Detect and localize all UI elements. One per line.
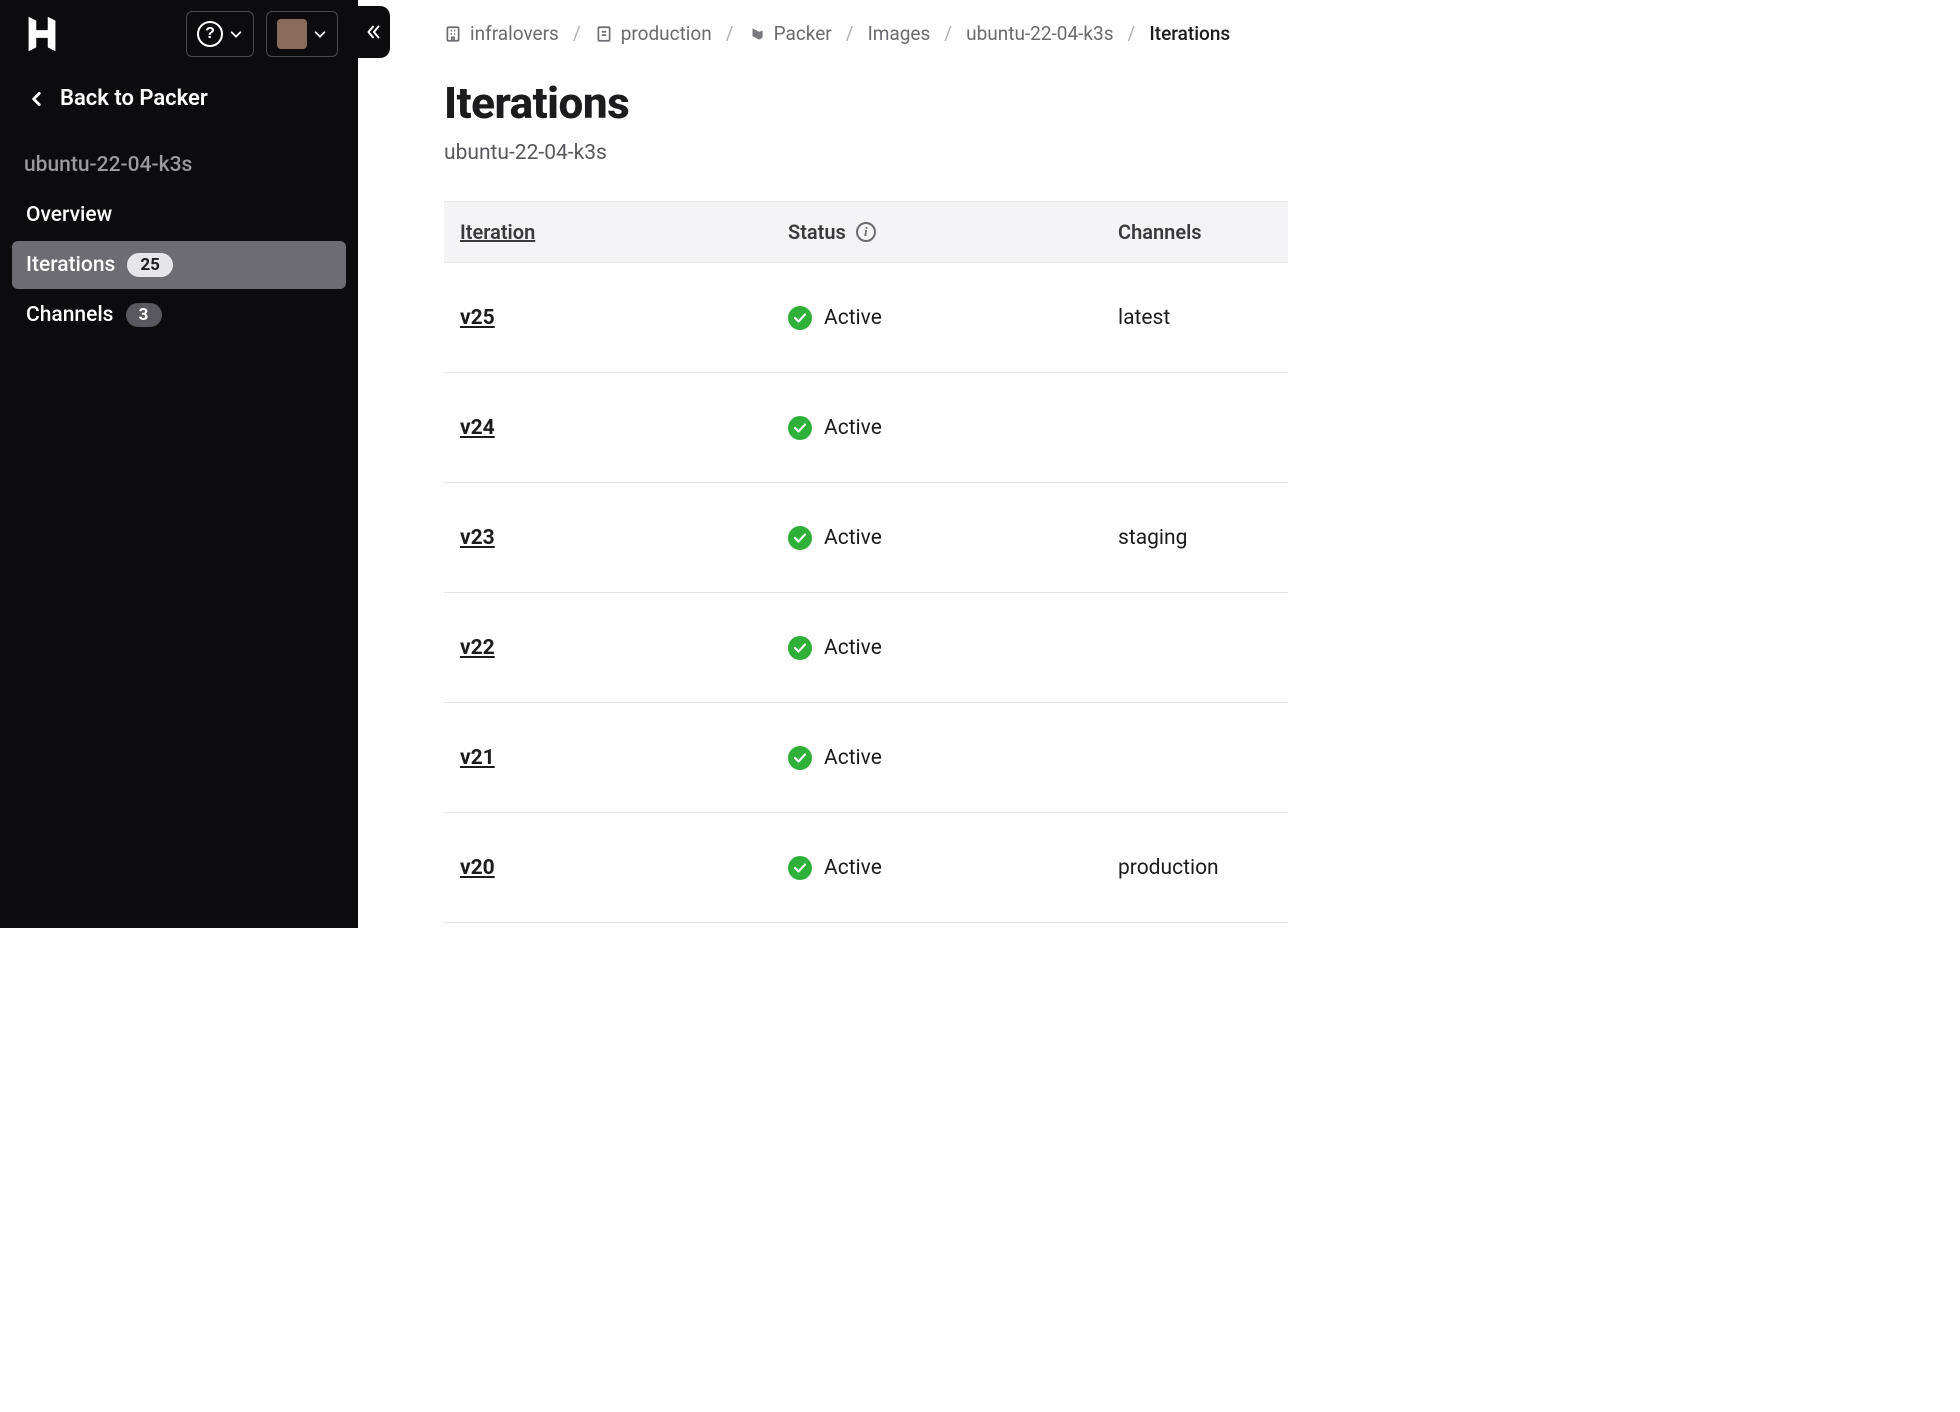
cell-status: Active (772, 728, 1102, 788)
breadcrumb-label: Packer (774, 22, 832, 45)
table-header-row: Iteration Status i Channels (444, 202, 1288, 263)
page-title: Iterations (444, 77, 1288, 129)
status-label: Active (824, 746, 882, 770)
back-to-packer-link[interactable]: Back to Packer (0, 68, 358, 135)
help-menu-button[interactable]: ? (186, 11, 254, 57)
main-content: infralovers / production / Packer / Imag… (358, 0, 1288, 928)
table-row: v23 Active staging (444, 483, 1288, 593)
cell-status: Active (772, 398, 1102, 458)
user-menu-button[interactable] (266, 11, 338, 57)
info-icon[interactable]: i (856, 222, 876, 242)
iteration-link[interactable]: v22 (460, 636, 495, 660)
cell-iteration: v20 (444, 838, 772, 898)
status-label: Active (824, 306, 882, 330)
table-row: v25 Active latest (444, 263, 1288, 373)
breadcrumb-separator: / (1128, 22, 1136, 45)
sidebar-item-label: Overview (26, 203, 112, 227)
sidebar-item-label: Iterations (26, 253, 115, 277)
help-icon: ? (197, 21, 223, 47)
status-label: Active (824, 416, 882, 440)
breadcrumb-label: Iterations (1149, 22, 1230, 45)
breadcrumb-label: production (621, 22, 712, 45)
breadcrumb-label: Images (868, 22, 931, 45)
chevron-left-icon (28, 90, 46, 108)
status-label: Active (824, 526, 882, 550)
breadcrumb-project[interactable]: production (595, 22, 712, 45)
status-active-icon (788, 636, 812, 660)
breadcrumb: infralovers / production / Packer / Imag… (444, 22, 1288, 45)
sidebar-item-label: Channels (26, 303, 114, 327)
sidebar-item-iterations[interactable]: Iterations 25 (12, 241, 346, 289)
cell-channels: latest (1102, 288, 1288, 348)
breadcrumb-image-name[interactable]: ubuntu-22-04-k3s (966, 22, 1113, 45)
hashicorp-logo-icon[interactable] (18, 10, 66, 58)
sidebar-item-channels[interactable]: Channels 3 (12, 291, 346, 339)
cell-status: Active (772, 618, 1102, 678)
page-subtitle: ubuntu-22-04-k3s (444, 141, 1288, 165)
table-body: v25 Active latest v24 Active v23 Act (444, 263, 1288, 923)
chevron-down-icon (229, 27, 243, 41)
chevron-down-icon (313, 27, 327, 41)
breadcrumb-images[interactable]: Images (868, 22, 931, 45)
breadcrumb-separator: / (726, 22, 734, 45)
cell-iteration: v24 (444, 398, 772, 458)
hashicorp-logo-svg (19, 11, 65, 57)
project-icon (595, 25, 613, 43)
table-row: v20 Active production (444, 813, 1288, 923)
status-active-icon (788, 856, 812, 880)
status-active-icon (788, 306, 812, 330)
iteration-link[interactable]: v25 (460, 306, 495, 330)
cell-channels: staging (1102, 508, 1288, 568)
table-row: v21 Active (444, 703, 1288, 813)
sidebar-header: ? (0, 0, 358, 68)
org-icon (444, 25, 462, 43)
column-header-channels: Channels (1102, 202, 1288, 262)
avatar (277, 19, 307, 49)
status-active-icon (788, 416, 812, 440)
cell-status: Active (772, 288, 1102, 348)
status-label: Active (824, 856, 882, 880)
chevron-double-left-icon (364, 23, 382, 41)
back-label: Back to Packer (60, 86, 208, 111)
sidebar-item-overview[interactable]: Overview (12, 191, 346, 239)
table-row: v24 Active (444, 373, 1288, 483)
packer-icon (748, 25, 766, 43)
cell-channels (1102, 410, 1288, 446)
iterations-table: Iteration Status i Channels v25 Active l… (444, 201, 1288, 923)
cell-iteration: v21 (444, 728, 772, 788)
cell-iteration: v23 (444, 508, 772, 568)
iteration-link[interactable]: v24 (460, 416, 495, 440)
iteration-link[interactable]: v21 (460, 746, 495, 770)
breadcrumb-packer[interactable]: Packer (748, 22, 832, 45)
column-header-status: Status i (772, 202, 1102, 262)
breadcrumb-label: infralovers (470, 22, 559, 45)
breadcrumb-current: Iterations (1149, 22, 1230, 45)
status-active-icon (788, 526, 812, 550)
cell-iteration: v25 (444, 288, 772, 348)
iterations-count-badge: 25 (127, 253, 173, 277)
cell-status: Active (772, 838, 1102, 898)
collapse-sidebar-button[interactable] (356, 6, 390, 58)
status-active-icon (788, 746, 812, 770)
channels-count-badge: 3 (126, 303, 162, 327)
sidebar: ? Back to Packer ubuntu-22-04-k3s Overvi… (0, 0, 358, 928)
cell-channels (1102, 630, 1288, 666)
iteration-link[interactable]: v20 (460, 856, 495, 880)
column-header-iteration[interactable]: Iteration (444, 202, 772, 262)
breadcrumb-label: ubuntu-22-04-k3s (966, 22, 1113, 45)
sidebar-section-title: ubuntu-22-04-k3s (0, 135, 358, 187)
iteration-link[interactable]: v23 (460, 526, 495, 550)
sidebar-nav: Overview Iterations 25 Channels 3 (0, 187, 358, 345)
cell-iteration: v22 (444, 618, 772, 678)
breadcrumb-separator: / (944, 22, 952, 45)
table-row: v22 Active (444, 593, 1288, 703)
breadcrumb-separator: / (573, 22, 581, 45)
cell-channels: production (1102, 838, 1288, 898)
cell-channels (1102, 740, 1288, 776)
breadcrumb-org[interactable]: infralovers (444, 22, 559, 45)
status-label: Active (824, 636, 882, 660)
breadcrumb-separator: / (846, 22, 854, 45)
cell-status: Active (772, 508, 1102, 568)
